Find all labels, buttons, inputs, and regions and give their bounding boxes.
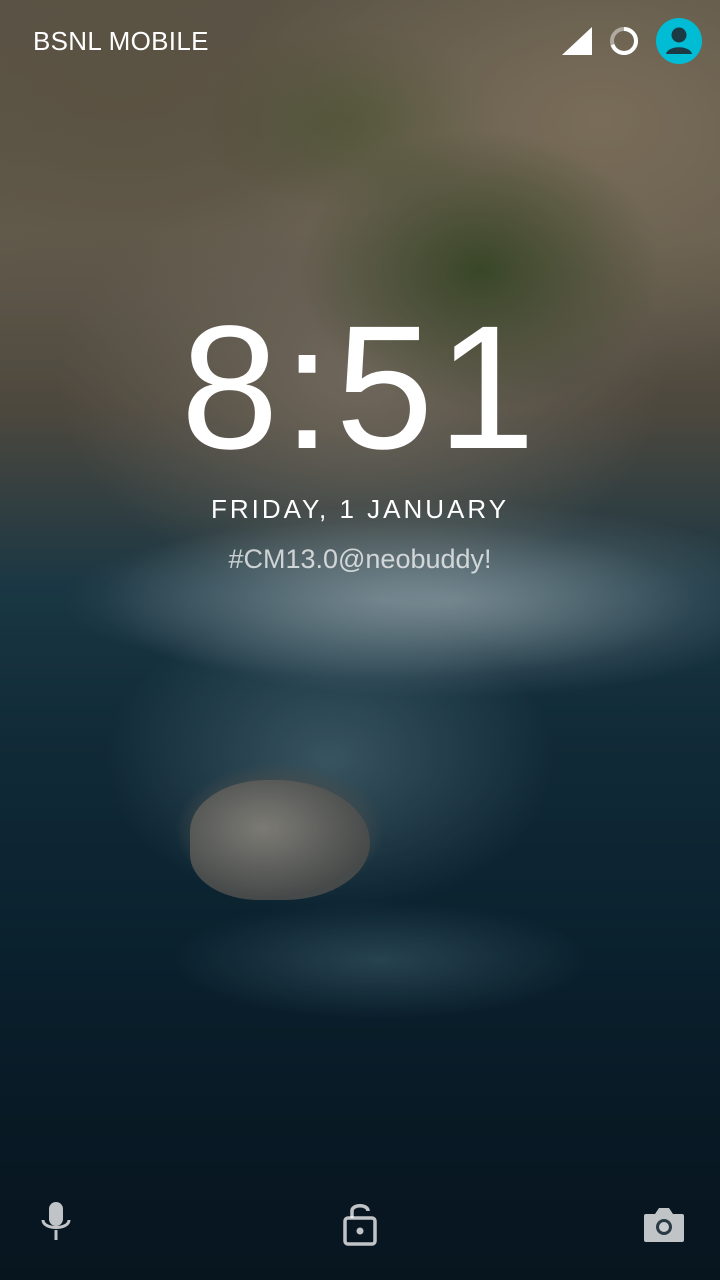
status-icons bbox=[562, 18, 702, 64]
user-icon[interactable] bbox=[656, 18, 702, 64]
signal-icon bbox=[562, 27, 592, 55]
mic-icon[interactable] bbox=[38, 1200, 74, 1246]
lockscreen-clock: 8:51 bbox=[180, 290, 540, 486]
lockscreen-date: FRIDAY, 1 JANUARY bbox=[210, 494, 510, 524]
camera-icon[interactable] bbox=[642, 1204, 686, 1244]
lock-icon[interactable] bbox=[342, 1200, 378, 1246]
owner-info: #CM13.0@neobuddy! bbox=[228, 544, 492, 574]
status-bar: BSNL MOBILE bbox=[0, 0, 720, 84]
carrier-name: BSNL MOBILE bbox=[33, 26, 209, 56]
wallpaper bbox=[0, 0, 720, 1280]
lockscreen-affordances bbox=[0, 1190, 720, 1260]
wallpaper-scrim bbox=[0, 0, 720, 1280]
sync-icon bbox=[610, 27, 638, 55]
